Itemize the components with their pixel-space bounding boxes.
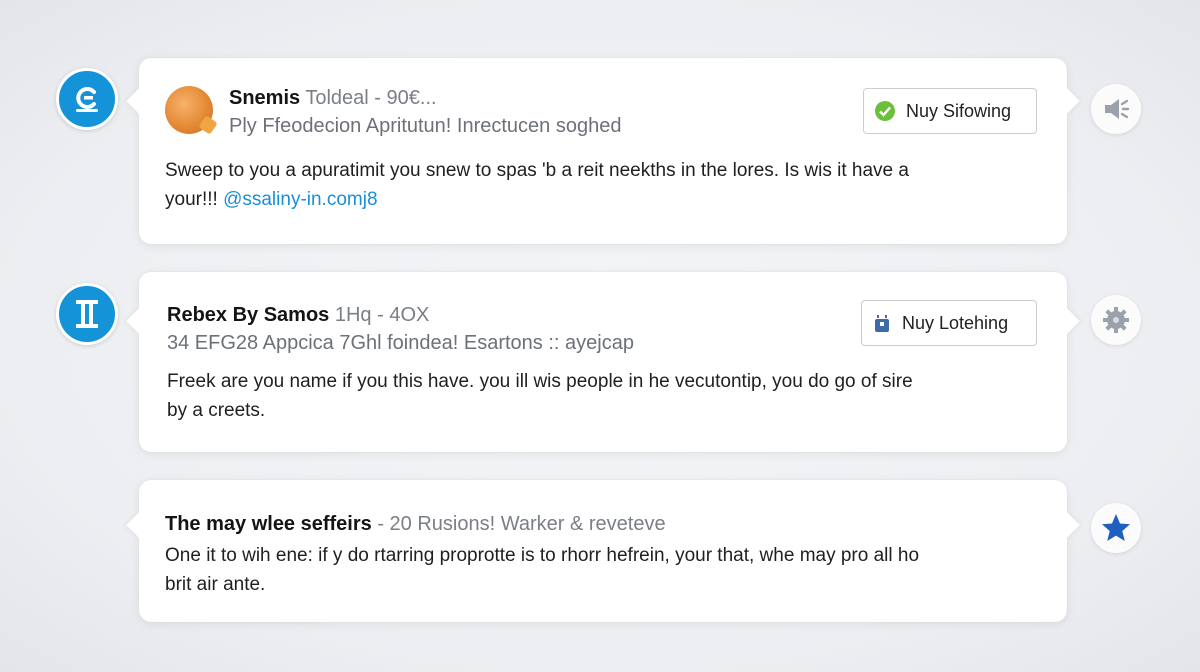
post-header: Snemis Toldeal - 90€... xyxy=(229,86,437,110)
author-name[interactable]: Snemis xyxy=(229,87,300,109)
post-header: Rebex By Samos 1Hq - 4OX xyxy=(167,303,429,327)
follow-button[interactable]: Nuy Sifowing xyxy=(863,88,1037,134)
post-body: One it to wih ene: if y do rtarring prop… xyxy=(165,541,1045,599)
post-subtitle: 34 EFG28 Appcica 7Ghl foindea! Esartons … xyxy=(167,332,634,354)
follow-button[interactable]: Nuy Lotehing xyxy=(861,300,1037,346)
pillar-icon xyxy=(76,300,98,328)
post-body-line: your!!! @ssaliny-in.comj8 xyxy=(165,185,1045,214)
follow-button-label: Nuy Sifowing xyxy=(906,100,1012,121)
check-circle-icon xyxy=(875,101,895,121)
post-body: Freek are you name if you this have. you… xyxy=(167,367,1047,425)
post-header: The may wlee seffeirs - 20 Rusions! Wark… xyxy=(165,512,666,536)
post-body-line: One it to wih ene: if y do rtarring prop… xyxy=(165,545,920,566)
gear-icon xyxy=(1103,307,1129,333)
star-icon xyxy=(1102,514,1130,541)
settings-button[interactable] xyxy=(1091,295,1141,345)
speaker-button[interactable] xyxy=(1091,84,1141,134)
brand-c-icon xyxy=(76,87,98,112)
post-body-prefix: your!!! xyxy=(165,189,224,210)
post-card[interactable]: Rebex By Samos 1Hq - 4OX 34 EFG28 Appcic… xyxy=(139,272,1067,452)
account-avatar[interactable] xyxy=(56,68,118,130)
post-body-line: brit air ante. xyxy=(165,574,266,595)
mention-link[interactable]: @ssaliny-in.comj8 xyxy=(223,189,377,210)
speaker-icon xyxy=(1105,99,1130,119)
post-card[interactable]: Snemis Toldeal - 90€... Ply Ffeodecion A… xyxy=(139,58,1067,244)
follow-button-label: Nuy Lotehing xyxy=(902,312,1009,333)
author-name[interactable]: Rebex By Samos xyxy=(167,304,329,326)
account-avatar[interactable] xyxy=(56,283,118,345)
post-body: Sweep to you a apuratimit you snew to sp… xyxy=(165,156,1045,214)
post-meta: Toldeal - 90€... xyxy=(305,87,437,109)
post-card[interactable]: The may wlee seffeirs - 20 Rusions! Wark… xyxy=(139,480,1067,622)
post-meta: - 20 Rusions! Warker & reveteve xyxy=(377,513,666,535)
post-body-line: Freek are you name if you this have. you… xyxy=(167,371,913,392)
favorite-button[interactable] xyxy=(1091,503,1141,553)
post-body-line: by a creets. xyxy=(167,400,266,421)
post-meta: 1Hq - 4OX xyxy=(334,304,430,326)
author-name[interactable]: The may wlee seffeirs xyxy=(165,513,372,535)
post-subtitle: Ply Ffeodecion Apritutun! Inrectucen sog… xyxy=(229,115,622,137)
bag-icon xyxy=(875,315,889,332)
post-body-line: Sweep to you a apuratimit you snew to sp… xyxy=(165,160,909,181)
author-avatar[interactable] xyxy=(165,86,213,134)
